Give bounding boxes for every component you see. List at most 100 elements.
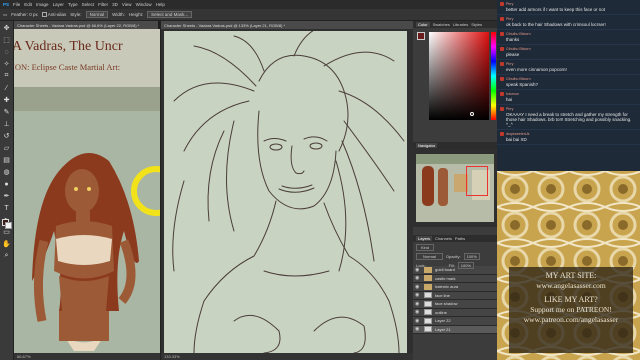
status-bar: 133.33%: [161, 353, 413, 360]
layer-row[interactable]: ◉ Layer 22: [413, 317, 497, 326]
feather-field[interactable]: Feather: 0 px: [11, 12, 38, 17]
gradient-tool-icon[interactable]: ▤: [2, 155, 12, 165]
visibility-eye-icon[interactable]: ◉: [415, 326, 421, 332]
style-select[interactable]: Normal: [85, 11, 109, 18]
chat-username: Pirry: [506, 2, 514, 6]
chat-text: bai bai XD: [506, 137, 527, 142]
blur-tool-icon[interactable]: ◍: [2, 167, 12, 177]
chat-username: Pirry: [506, 62, 514, 66]
opacity-field[interactable]: 100%: [463, 253, 480, 260]
marquee-tool-icon[interactable]: ▭: [3, 12, 7, 18]
width-label: Width:: [112, 12, 125, 17]
tab-navigator[interactable]: Navigator: [416, 143, 438, 148]
tab-color[interactable]: Color: [416, 22, 430, 27]
layer-name: hatemic aura: [435, 284, 459, 290]
tab-styles[interactable]: Styles: [471, 22, 482, 27]
visibility-eye-icon[interactable]: ◉: [415, 275, 421, 281]
tab-layers[interactable]: Layers: [416, 236, 433, 241]
tab-channels[interactable]: Channels: [435, 236, 452, 241]
crop-tool-icon[interactable]: ⌗: [2, 71, 12, 81]
document-tab[interactable]: Character Sheets - Vadara Vadras.psd @ 1…: [161, 21, 413, 29]
visibility-eye-icon[interactable]: ◉: [415, 284, 421, 290]
canvas-character-sheet[interactable]: A Vadras, The Uncr ION: Eclipse Caste Ma…: [14, 29, 160, 353]
menu-edit[interactable]: Edit: [24, 2, 32, 7]
menu-layer[interactable]: Layer: [53, 2, 64, 7]
layer-thumbnail: [424, 300, 432, 307]
chat-username: Pirry: [506, 17, 514, 21]
visibility-eye-icon[interactable]: ◉: [415, 309, 421, 315]
dodge-tool-icon[interactable]: ●: [2, 179, 12, 189]
tab-paths[interactable]: Paths: [455, 236, 465, 241]
brush-tool-icon[interactable]: ✎: [2, 107, 12, 117]
select-and-mask-button[interactable]: Select and Mask...: [147, 11, 193, 18]
tab-libraries[interactable]: Libraries: [453, 22, 468, 27]
healing-brush-icon[interactable]: ✚: [2, 95, 12, 105]
menu-type[interactable]: Type: [68, 2, 78, 7]
magic-wand-icon[interactable]: ✧: [2, 59, 12, 69]
navigator-panel-tab: Navigator: [413, 142, 497, 149]
menu-select[interactable]: Select: [82, 2, 95, 7]
layer-row[interactable]: ◉ guidl board: [413, 266, 497, 275]
eraser-tool-icon[interactable]: ▱: [2, 143, 12, 153]
document-tab[interactable]: Character Sheets - Vadara Vadras.psd @ 6…: [14, 21, 158, 29]
navigator-view-box[interactable]: [466, 166, 488, 196]
layer-row[interactable]: ◉ outline: [413, 308, 497, 317]
color-picker-cursor: [470, 112, 474, 116]
hand-tool-icon[interactable]: ✋: [2, 239, 12, 249]
menu-image[interactable]: Image: [36, 2, 49, 7]
menu-filter[interactable]: Filter: [98, 2, 108, 7]
hue-slider[interactable]: [491, 32, 496, 120]
layer-row-selected[interactable]: ◉ Layer 21: [413, 325, 497, 334]
promo-text-box: MY ART SITE: www.angelasasser.com LIKE M…: [509, 267, 633, 353]
chat-message: Pirry even more cinnamon popcorn!: [497, 60, 640, 75]
menu-view[interactable]: View: [122, 2, 132, 7]
chat-username: Cthulhu Bitcorn: [506, 47, 531, 51]
menu-3d[interactable]: 3D: [112, 2, 118, 7]
chat-username: Pirry: [506, 107, 514, 111]
color-picker[interactable]: [413, 28, 497, 128]
kind-filter[interactable]: Kind: [416, 244, 435, 251]
layers-panel-tabs: Layers Channels Paths: [413, 235, 497, 242]
layer-row[interactable]: ◉ face line: [413, 291, 497, 300]
layer-row[interactable]: ◉ hatemic aura: [413, 283, 497, 292]
stream-promo-overlay: MY ART SITE: www.angelasasser.com LIKE M…: [497, 171, 640, 360]
zoom-level: 66.67%: [17, 354, 31, 359]
document-tab-label: Character Sheets - Vadara Vadras.psd @ 1…: [164, 22, 286, 28]
menu-help[interactable]: Help: [156, 2, 165, 7]
stream-chat: Pirry better add armors if I want to keep…: [497, 0, 640, 171]
type-tool-icon[interactable]: T: [2, 203, 12, 213]
layer-row[interactable]: ◉ face shadow: [413, 300, 497, 309]
history-brush-icon[interactable]: ↺: [2, 131, 12, 141]
menu-file[interactable]: File: [13, 2, 20, 7]
face-sketch-lineart: [172, 31, 405, 353]
menu-ps-logo[interactable]: PS: [3, 2, 9, 7]
anti-alias-checkbox[interactable]: Anti-alias: [41, 12, 66, 18]
background-color-swatch[interactable]: [5, 222, 12, 229]
marquee-tool-icon[interactable]: ⬚: [2, 35, 12, 45]
layer-row[interactable]: ◉ castle mark: [413, 274, 497, 283]
layer-thumbnail: [424, 292, 432, 299]
eyedropper-icon[interactable]: ⁄: [2, 83, 12, 93]
visibility-eye-icon[interactable]: ◉: [415, 318, 421, 324]
visibility-eye-icon[interactable]: ◉: [415, 301, 421, 307]
layer-thumbnail: [424, 326, 432, 333]
color-swatch-current[interactable]: [417, 32, 425, 40]
move-tool-icon[interactable]: ✥: [2, 23, 12, 33]
fill-field[interactable]: 100%: [457, 262, 475, 269]
art-site-label: MY ART SITE:: [545, 271, 597, 280]
tab-swatches[interactable]: Swatches: [433, 22, 450, 27]
menu-window[interactable]: Window: [136, 2, 152, 7]
lasso-tool-icon[interactable]: ◌: [2, 47, 12, 57]
user-badge-icon: [500, 47, 504, 51]
chat-message: Pirry OKAAAY I need a break to stretch an…: [497, 105, 640, 130]
zoom-tool-icon[interactable]: ⌕: [2, 251, 12, 261]
layer-name: Layer 21: [435, 326, 451, 332]
clone-stamp-icon[interactable]: ⊥: [2, 119, 12, 129]
visibility-eye-icon[interactable]: ◉: [415, 292, 421, 298]
navigator-preview[interactable]: [413, 149, 497, 227]
visibility-eye-icon[interactable]: ◉: [415, 267, 421, 273]
canvas-sketch[interactable]: [164, 31, 407, 353]
saturation-field[interactable]: [429, 32, 489, 120]
pen-tool-icon[interactable]: ✒: [2, 191, 12, 201]
blend-mode-select[interactable]: Normal: [416, 253, 443, 260]
